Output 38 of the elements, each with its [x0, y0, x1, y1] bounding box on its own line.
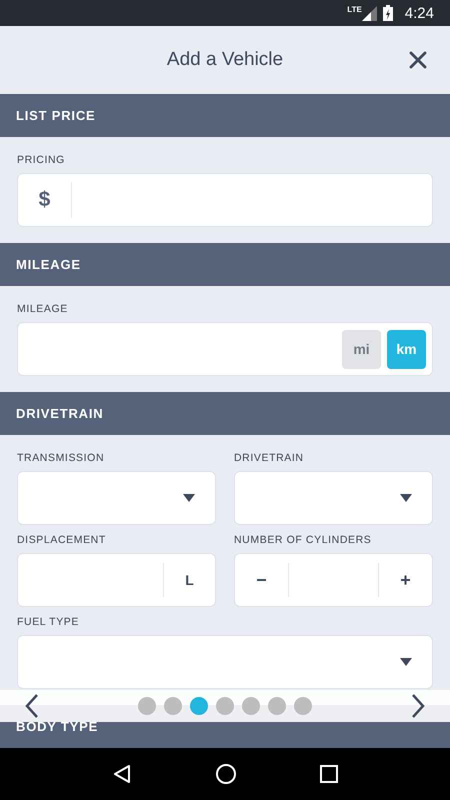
section-title: BODY TYPE — [16, 719, 98, 734]
page-dot[interactable] — [190, 697, 208, 715]
page-dot[interactable] — [268, 697, 286, 715]
decrement-button[interactable]: − — [235, 563, 289, 597]
stepper-field[interactable]: − + — [234, 553, 433, 607]
section-title: LIST PRICE — [16, 108, 96, 123]
back-button[interactable] — [112, 764, 132, 784]
caret-icon — [400, 658, 412, 666]
section-title: MILEAGE — [16, 257, 81, 272]
field-label: DRIVETRAIN — [234, 452, 305, 464]
dropdown-field[interactable] — [234, 471, 433, 525]
home-button[interactable] — [214, 763, 237, 785]
network-label: LTE — [347, 5, 362, 14]
field-label: MILEAGE — [17, 303, 69, 315]
clock-time: 4:24 — [404, 4, 434, 22]
battery-icon — [382, 5, 393, 21]
unit-label: L — [163, 563, 215, 597]
page-dot[interactable] — [138, 697, 156, 715]
recents-button[interactable] — [320, 765, 338, 783]
page-dot[interactable] — [164, 697, 182, 715]
field-label: DISPLACEMENT — [17, 534, 107, 546]
page-dot[interactable] — [216, 697, 234, 715]
displacement-field[interactable]: L — [17, 553, 216, 607]
field-label: FUEL TYPE — [17, 616, 80, 628]
field-label: TRANSMISSION — [17, 452, 106, 464]
page-dot[interactable] — [294, 697, 312, 715]
dropdown-field[interactable] — [17, 471, 216, 525]
increment-button[interactable]: + — [378, 563, 432, 597]
signal-icon — [362, 6, 377, 20]
section-title: DRIVETRAIN — [16, 406, 104, 421]
page-dot[interactable] — [242, 697, 260, 715]
caret-icon — [183, 494, 195, 502]
screen-title: Add a Vehicle — [166, 49, 284, 71]
caret-icon — [400, 494, 412, 502]
price-field[interactable]: $ — [17, 173, 433, 227]
dropdown-field[interactable] — [17, 635, 433, 689]
field-label: NUMBER OF CYLINDERS — [234, 534, 372, 546]
field-label: PRICING — [17, 154, 66, 166]
